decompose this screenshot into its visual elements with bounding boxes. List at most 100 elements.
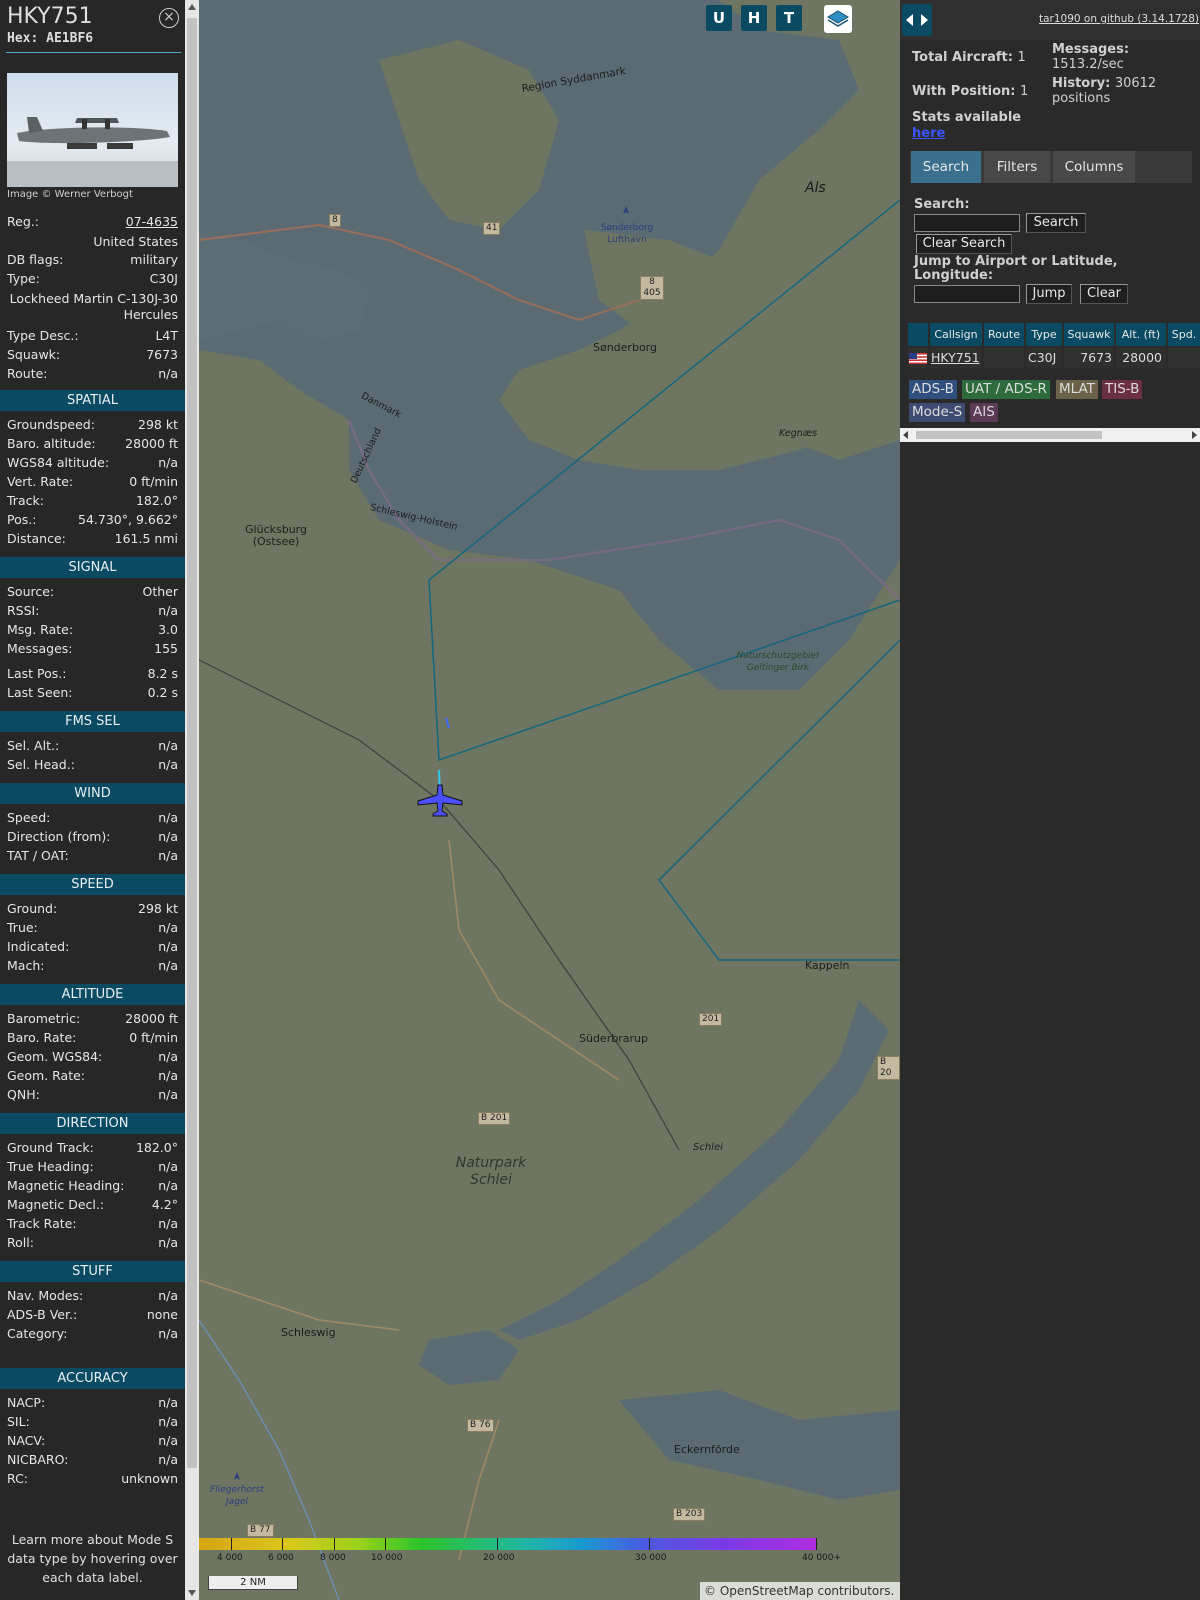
scroll-down-icon[interactable]: [188, 1590, 196, 1596]
section-header-stuff: STUFF: [0, 1261, 185, 1282]
info-value[interactable]: 07-4635: [126, 214, 178, 229]
column-header-route[interactable]: Route: [984, 323, 1024, 346]
map-label-eckernforde: Eckernförde: [674, 1443, 740, 1456]
info-value: n/a: [158, 1049, 178, 1064]
info-label: ADS-B Ver.:: [7, 1307, 78, 1322]
table-row-squawk[interactable]: 7673: [1064, 348, 1114, 368]
colorbar-label: 6 000: [268, 1553, 294, 1563]
info-label: RSSI:: [7, 603, 40, 618]
tab-columns[interactable]: Columns: [1053, 151, 1135, 183]
search-input[interactable]: [914, 214, 1020, 232]
table-row-flag[interactable]: [908, 348, 928, 368]
info-row-category: Category: n/a: [7, 1326, 178, 1341]
aircraft-photo[interactable]: [7, 73, 178, 187]
stats-available-label: Stats available: [912, 110, 1022, 125]
info-label: Squawk:: [7, 347, 61, 362]
info-row-rssi: RSSI: n/a: [7, 603, 178, 618]
road-badge: B 76: [467, 1419, 494, 1432]
close-icon[interactable]: ×: [159, 8, 179, 28]
jump-button[interactable]: Jump: [1026, 284, 1072, 304]
colorbar-tick: [282, 1538, 283, 1550]
scrollbar-thumb[interactable]: [187, 18, 197, 1468]
github-link[interactable]: tar1090 on github (3.14.1728): [1039, 13, 1199, 25]
column-header-flag: [908, 323, 928, 346]
column-header-squawk[interactable]: Squawk: [1064, 323, 1114, 346]
info-row-direction-from: Direction (from): n/a: [7, 829, 178, 844]
map-label-suderbrarup: Süderbrarup: [579, 1032, 648, 1045]
toggle-u-button[interactable]: U: [706, 5, 732, 31]
info-value: n/a: [158, 455, 178, 470]
info-label: WGS84 altitude:: [7, 455, 110, 470]
info-label: Ground:: [7, 901, 58, 916]
scrollbar-thumb[interactable]: [916, 431, 1102, 439]
info-label: Pos.:: [7, 512, 37, 527]
search-button[interactable]: Search: [1026, 213, 1086, 233]
info-value: n/a: [158, 738, 178, 753]
jump-input[interactable]: [914, 285, 1020, 303]
table-row-speed[interactable]: [1168, 348, 1200, 368]
table-horizontal-scrollbar[interactable]: [900, 428, 1200, 442]
section-header-accuracy: ACCURACY: [0, 1368, 185, 1389]
table-row-route[interactable]: [984, 348, 1024, 368]
info-row-tat-oat: TAT / OAT: n/a: [7, 848, 178, 863]
map-label-als: Als: [805, 180, 826, 196]
scroll-left-icon[interactable]: [903, 431, 908, 439]
toggle-t-button[interactable]: T: [776, 5, 802, 31]
map-label-schlei: Schlei: [693, 1142, 723, 1153]
stats-here-link[interactable]: here: [912, 126, 945, 141]
info-label: Barometric:: [7, 1011, 81, 1026]
info-value: 28000 ft: [125, 1011, 178, 1026]
clear-search-button[interactable]: Clear Search: [916, 234, 1012, 254]
info-row-last-pos: Last Pos.: 8.2 s: [7, 666, 178, 681]
info-value: n/a: [158, 1068, 178, 1083]
scroll-up-icon[interactable]: [188, 4, 196, 10]
info-row-ground: Ground: 298 kt: [7, 901, 178, 916]
info-label: NACP:: [7, 1395, 46, 1410]
tab-search[interactable]: Search: [911, 151, 981, 183]
table-row-altitude[interactable]: 28000: [1116, 348, 1166, 368]
toggle-sidebar-button[interactable]: [902, 4, 932, 36]
info-label: Geom. Rate:: [7, 1068, 86, 1083]
colorbar-label: 4 000: [217, 1553, 243, 1563]
layers-button[interactable]: [824, 5, 852, 33]
info-label: Category:: [7, 1326, 68, 1341]
column-header-callsign[interactable]: Callsign: [930, 323, 982, 346]
info-label: Magnetic Heading:: [7, 1178, 125, 1193]
info-value: 298 kt: [138, 417, 178, 432]
tab-filters[interactable]: Filters: [984, 151, 1050, 183]
info-row-sel-head: Sel. Head.: n/a: [7, 757, 178, 772]
info-value: 155: [154, 641, 178, 656]
info-row-ground-track: Ground Track: 182.0°: [7, 1140, 178, 1155]
clear-jump-button[interactable]: Clear: [1080, 284, 1128, 304]
column-header-altitude[interactable]: Alt. (ft): [1116, 323, 1166, 346]
table-row-type[interactable]: C30J: [1026, 348, 1062, 368]
openstreetmap-link[interactable]: OpenStreetMap: [720, 1584, 814, 1598]
toggle-h-button[interactable]: H: [741, 5, 767, 31]
info-label: Type Desc.:: [7, 328, 79, 343]
info-value: n/a: [158, 1288, 178, 1303]
info-label: Source:: [7, 584, 55, 599]
source-badge-mlat: MLAT: [1056, 380, 1098, 399]
info-row-vert-rate: Vert. Rate: 0 ft/min: [7, 474, 178, 489]
column-header-speed[interactable]: Spd.: [1168, 323, 1200, 346]
info-row-mach: Mach: n/a: [7, 958, 178, 973]
info-value: 28000 ft: [125, 436, 178, 451]
road-badge: 8: [329, 214, 341, 227]
column-header-type[interactable]: Type: [1026, 323, 1062, 346]
info-row-baro-rate: Baro. Rate: 0 ft/min: [7, 1030, 178, 1045]
info-label: True Heading:: [7, 1159, 94, 1174]
hex-code: Hex: AE1BF6: [7, 31, 93, 46]
info-value: unknown: [121, 1471, 178, 1486]
with-position: With Position: 1: [912, 84, 1028, 99]
info-label: Messages:: [7, 641, 73, 656]
colorbar-tick: [385, 1538, 386, 1550]
map-label-kappeln: Kappeln: [805, 959, 850, 972]
table-row-callsign[interactable]: HKY751: [930, 348, 982, 368]
info-panel-scrollbar[interactable]: [185, 0, 199, 1600]
info-label: NICBARO:: [7, 1452, 69, 1467]
map-view[interactable]: Region Syddanmark Als Sønderborg Lufthav…: [199, 0, 900, 1600]
info-row-squawk: Squawk: 7673: [7, 347, 178, 362]
scroll-right-icon[interactable]: [1192, 431, 1197, 439]
info-label: Last Seen:: [7, 685, 73, 700]
info-row-route: Route: n/a: [7, 366, 178, 381]
